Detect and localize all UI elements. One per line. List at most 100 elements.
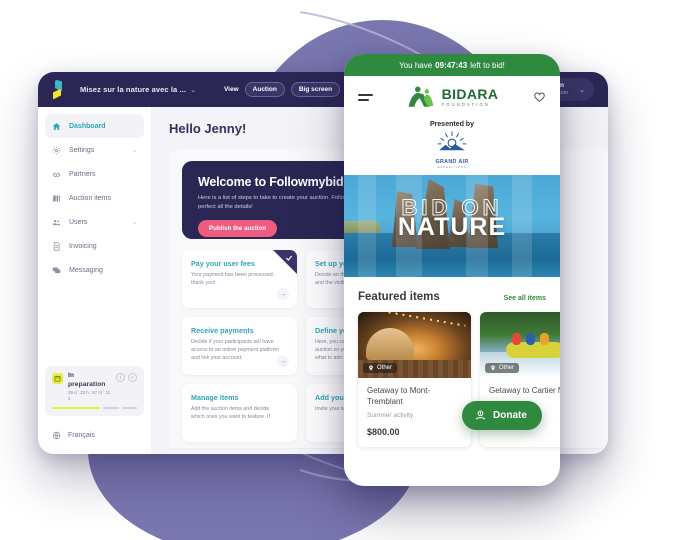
card-body: Add the auction items and decide which o… [191,406,270,420]
hamburger-menu-icon[interactable] [358,91,373,104]
step-card-receive-payments[interactable]: Receive payments Decide if your particip… [182,317,297,375]
map-pin-icon [491,365,495,371]
info-icon[interactable]: i [116,373,125,383]
featured-items-title: Featured items [358,291,440,303]
gear-icon [52,146,61,154]
hero-banner: BID ON NATURE [344,175,560,277]
step-card-manage-items[interactable]: Manage items Add the auction items and d… [182,384,297,442]
sidebar: Dashboard Settings ⌄ Partners Auction it… [38,107,151,454]
donation-hand-icon [475,410,486,420]
item-subtitle: Summer activity [367,411,414,419]
check-circle-icon[interactable]: ✓ [128,373,137,383]
brand-subtitle: FOUNDATION [441,102,490,108]
item-image: Other [358,312,471,378]
category-badge: Other [363,363,398,373]
donate-label: Donate [493,410,527,421]
auction-title: Misez sur la nature avec la ... [80,85,187,94]
publish-auction-button[interactable]: Publish the auction [198,219,278,237]
donate-button[interactable]: Donate [462,401,542,430]
topbar-actions: View Auction Big screen [223,82,341,97]
invoice-icon [53,241,60,251]
heart-icon[interactable] [533,91,546,104]
language-label: Français [68,432,95,439]
item-body: Getaway to Mont-Tremblant Summer activit… [358,378,471,447]
status-icons: i ✓ [116,372,137,383]
status-countdown: 29 d : 23 h : 57 m : 11 s [68,390,111,402]
progress-step-active [52,407,101,409]
item-title: Getaway to Mont-Tremblant [367,386,431,406]
status-row: In preparation 29 d : 23 h : 57 m : 11 s… [52,372,137,402]
completed-corner [273,250,297,274]
map-pin-icon [369,365,373,371]
list-item[interactable]: Other Getaway to Mont-Tremblant Summer a… [358,312,471,447]
hero-text: BID ON NATURE [344,196,560,241]
big-screen-button[interactable]: Big screen [290,82,341,97]
card-body: Your payment has been processed, thank y… [191,272,275,286]
calendar-icon [52,373,63,385]
sidebar-item-label: Auction items [69,194,112,202]
sidebar-item-users[interactable]: Users ⌄ [45,210,144,234]
hero-line-2: NATURE [397,213,507,241]
step-card-pay-user-fees[interactable]: Pay your user fees Your payment has been… [182,250,297,308]
card-body: Decide if your participants will have ac… [191,339,279,361]
card-title: Receive payments [191,326,254,335]
sidebar-item-label: Settings [69,146,95,154]
sidebar-item-auction-items[interactable]: Auction items [45,186,144,210]
sun-mountain-icon [437,131,467,151]
sidebar-item-partners[interactable]: Partners [45,162,144,186]
chat-icon [52,267,61,273]
mobile-app-preview: You have 09:47:43 left to bid! BIDARA FO… [344,54,560,486]
timer-suffix: left to bid! [470,60,505,70]
sidebar-item-invoicing[interactable]: Invoicing [45,234,144,258]
sidebar-item-messaging[interactable]: Messaging [45,258,144,282]
see-all-items-link[interactable]: See all items [504,295,546,302]
arrow-right-icon[interactable]: → [277,288,289,300]
sidebar-item-label: Invoicing [69,242,97,250]
item-image: Other [480,312,560,378]
mobile-header: BIDARA FOUNDATION [344,76,560,118]
item-price: $800.00 [367,426,400,437]
steps-column-left: Pay your user fees Your payment has been… [182,250,297,442]
bidara-wordmark: BIDARA FOUNDATION [442,87,499,108]
progress-step [121,407,137,409]
category-badge: Other [485,363,520,373]
bidding-timer-banner: You have 09:47:43 left to bid! [344,54,560,76]
sidebar-item-label: Users [69,218,88,226]
featured-items-header: Featured items See all items [344,277,560,312]
list-icon [53,195,60,201]
progress-steps [52,407,137,409]
globe-icon [52,431,61,440]
item-title: Getaway to Cartier Nati... [489,386,560,395]
sidebar-item-label: Messaging [69,266,103,274]
sidebar-item-settings[interactable]: Settings ⌄ [45,138,144,162]
auction-title-selector[interactable]: Misez sur la nature avec la ... ⌄ [80,85,196,94]
home-icon [52,122,61,130]
check-icon [285,255,293,261]
bidara-people-logo-icon [408,86,433,107]
brand-name: BIDARA [441,85,499,102]
card-title: Manage items [191,393,239,402]
language-selector[interactable]: Français [52,431,95,440]
auction-status-card[interactable]: In preparation 29 d : 23 h : 57 m : 11 s… [45,366,144,416]
auction-view-button[interactable]: Auction [244,82,285,97]
progress-step [103,407,119,409]
presented-by-block: Presented by GRAND AIR EXPEDITIONS [344,118,560,175]
sidebar-item-dashboard[interactable]: Dashboard [45,114,144,138]
timer-value: 09:47:43 [435,60,468,70]
arrow-right-icon[interactable]: → [277,355,289,367]
presented-by-label: Presented by [430,121,474,128]
sidebar-item-label: Dashboard [69,122,106,130]
handshake-icon [52,171,61,177]
screenshot-stage: Misez sur la nature avec la ... ⌄ View A… [0,0,680,540]
chevron-down-icon: ⌄ [131,147,137,154]
chevron-down-icon: ⌄ [579,86,585,94]
chevron-down-icon: ⌄ [131,219,137,226]
sponsor-subtitle: EXPEDITIONS [437,165,467,169]
timer-prefix: You have [399,60,433,70]
category-label: Other [499,365,515,371]
sponsor-logo: GRAND AIR EXPEDITIONS [428,130,476,169]
users-icon [52,219,61,225]
view-label: View [223,86,239,93]
category-label: Other [377,365,393,371]
followmybid-logo-icon[interactable] [52,79,68,100]
